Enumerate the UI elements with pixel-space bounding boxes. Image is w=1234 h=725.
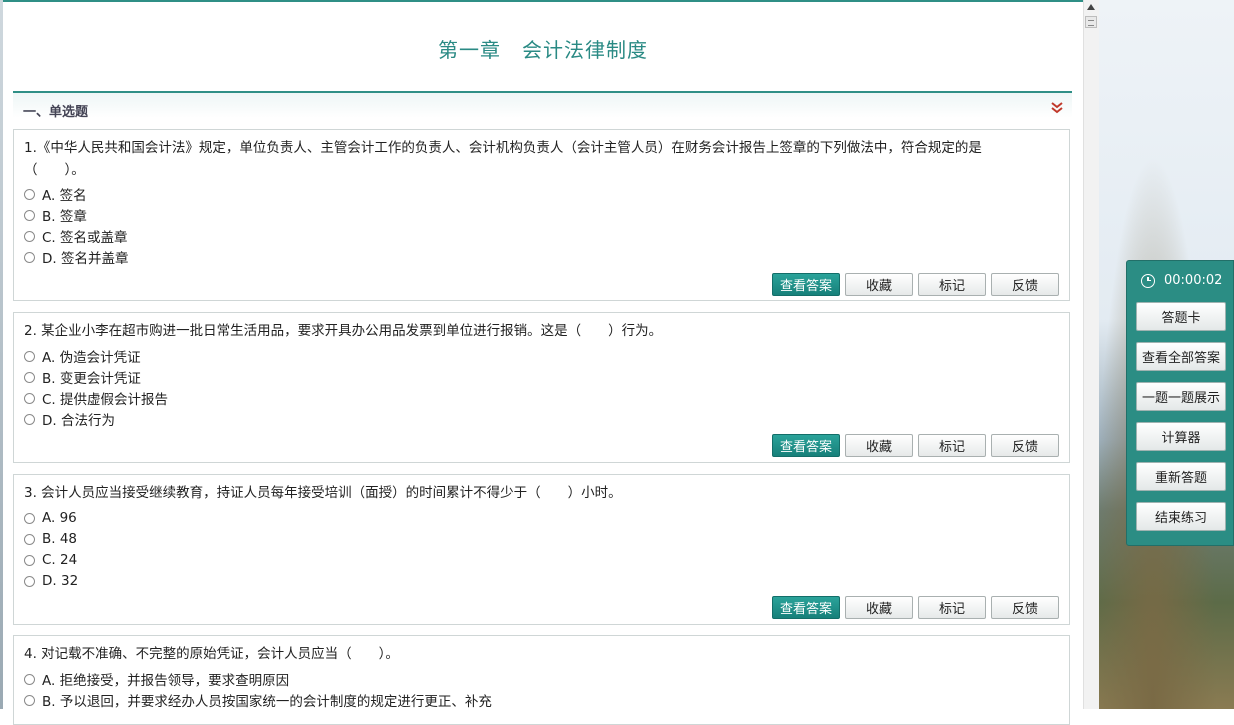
option-label: A. 签名 [42,188,87,204]
radio-button[interactable] [24,413,35,425]
page-title: 第一章 会计法律制度 [438,38,648,62]
radio-button[interactable] [24,694,35,706]
question-card-4: 4. 对记载不准确、不完整的原始凭证，会计人员应当（ ）。 A. 拒绝接受，并报… [13,635,1070,725]
option-label: B. 予以退回，并要求经办人员按国家统一的会计制度的规定进行更正、补充 [42,694,492,710]
favorite-button[interactable]: 收藏 [845,273,913,296]
radio-button[interactable] [24,350,35,362]
side-tool-panel: 00:00:02 答题卡 查看全部答案 一题一题展示 计算器 重新答题 结束练习 [1126,260,1234,546]
option-b[interactable]: B. 48 [24,529,77,549]
question-card-1: 1.《中华人民共和国会计法》规定，单位负责人、主管会计工作的负责人、会计机构负责… [13,129,1070,301]
scroll-up-arrow-icon[interactable] [1087,4,1095,10]
double-chevron-down-icon[interactable] [1050,101,1064,115]
mark-button[interactable]: 标记 [918,434,986,457]
mark-button[interactable]: 标记 [918,273,986,296]
option-a[interactable]: A. 签名 [24,184,87,204]
option-b[interactable]: B. 变更会计凭证 [24,367,141,387]
radio-button[interactable] [24,371,35,383]
option-b[interactable]: B. 签章 [24,205,87,225]
section-title: 一、单选题 [23,105,89,120]
option-b[interactable]: B. 予以退回，并要求经办人员按国家统一的会计制度的规定进行更正、补充 [24,690,492,710]
radio-button[interactable] [24,554,35,566]
calculator-button[interactable]: 计算器 [1136,422,1226,451]
timer-value: 00:00:02 [1164,273,1223,288]
radio-button[interactable] [24,533,35,545]
option-a[interactable]: A. 拒绝接受，并报告领导，要求查明原因 [24,669,289,689]
option-d[interactable]: D. 签名并盖章 [24,247,128,267]
radio-button[interactable] [24,575,35,587]
end-practice-button[interactable]: 结束练习 [1136,502,1226,531]
option-label: A. 拒绝接受，并报告领导，要求查明原因 [42,673,290,689]
clock-icon [1141,273,1155,288]
restart-button[interactable]: 重新答题 [1136,462,1226,491]
option-label: D. 32 [42,573,79,589]
mark-button[interactable]: 标记 [918,596,986,619]
option-label: D. 合法行为 [42,413,115,429]
timer: 00:00:02 [1141,273,1222,288]
option-c[interactable]: C. 签名或盖章 [24,226,128,246]
option-label: A. 伪造会计凭证 [42,350,141,366]
feedback-button[interactable]: 反馈 [991,434,1059,457]
scroll-thumb[interactable] [1085,16,1097,28]
question-text: 4. 对记载不准确、不完整的原始凭证，会计人员应当（ ）。 [24,646,399,662]
option-c[interactable]: C. 24 [24,550,77,570]
option-label: D. 签名并盖章 [42,251,129,267]
question-text: 1.《中华人民共和国会计法》规定，单位负责人、主管会计工作的负责人、会计机构负责… [24,140,982,178]
one-by-one-button[interactable]: 一题一题展示 [1136,382,1226,411]
section-header[interactable]: 一、单选题 [13,91,1072,120]
radio-button[interactable] [24,512,35,524]
radio-button[interactable] [24,673,35,685]
radio-button[interactable] [24,188,35,200]
option-c[interactable]: C. 提供虚假会计报告 [24,388,168,408]
radio-button[interactable] [24,392,35,404]
vertical-scrollbar[interactable] [1083,0,1099,709]
view-all-answers-button[interactable]: 查看全部答案 [1136,342,1226,371]
option-label: A. 96 [42,510,77,526]
option-label: B. 变更会计凭证 [42,371,141,387]
option-label: B. 48 [42,531,78,547]
question-card-2: 2. 某企业小李在超市购进一批日常生活用品，要求开具办公用品发票到单位进行报销。… [13,312,1070,463]
option-d[interactable]: D. 32 [24,571,78,591]
view-answer-button[interactable]: 查看答案 [772,434,840,457]
answer-card-button[interactable]: 答题卡 [1136,302,1226,331]
option-label: C. 签名或盖章 [42,230,128,246]
question-text: 2. 某企业小李在超市购进一批日常生活用品，要求开具办公用品发票到单位进行报销。… [24,323,663,339]
favorite-button[interactable]: 收藏 [845,434,913,457]
favorite-button[interactable]: 收藏 [845,596,913,619]
option-d[interactable]: D. 合法行为 [24,409,115,429]
exam-content: 第一章 会计法律制度 一、单选题 1.《中华人民共和国会计法》规定，单位负责人、… [3,0,1083,725]
option-a[interactable]: A. 伪造会计凭证 [24,346,141,366]
option-label: B. 签章 [42,209,87,225]
option-a[interactable]: A. 96 [24,508,77,528]
radio-button[interactable] [24,209,35,221]
question-text: 3. 会计人员应当接受继续教育，持证人员每年接受培训（面授）的时间累计不得少于（… [24,485,622,501]
view-answer-button[interactable]: 查看答案 [772,273,840,296]
view-answer-button[interactable]: 查看答案 [772,596,840,619]
question-card-3: 3. 会计人员应当接受继续教育，持证人员每年接受培训（面授）的时间累计不得少于（… [13,474,1070,625]
feedback-button[interactable]: 反馈 [991,596,1059,619]
radio-button[interactable] [24,251,35,263]
option-label: C. 24 [42,552,78,568]
feedback-button[interactable]: 反馈 [991,273,1059,296]
radio-button[interactable] [24,230,35,242]
option-label: C. 提供虚假会计报告 [42,392,169,408]
